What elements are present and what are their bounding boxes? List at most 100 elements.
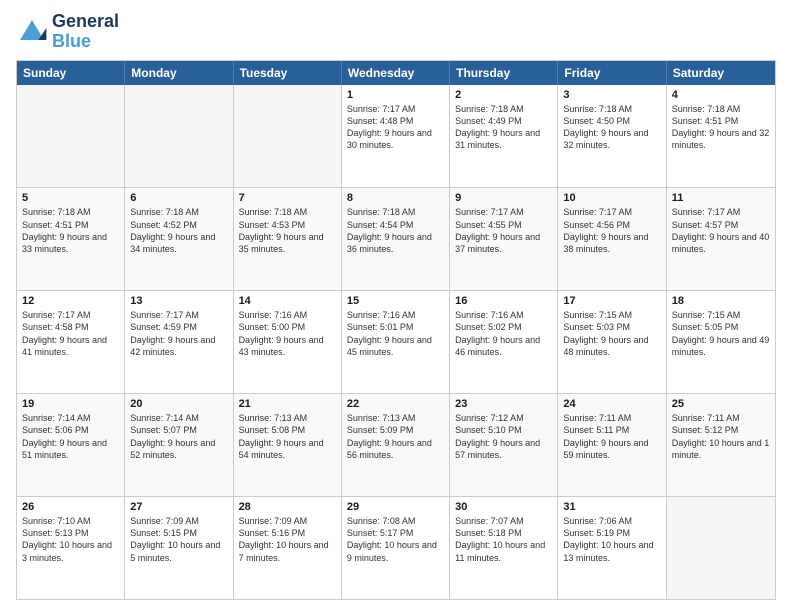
day-number: 21 [239,398,336,410]
cell-info: Sunrise: 7:17 AMSunset: 4:48 PMDaylight:… [347,103,444,152]
cell-info: Sunrise: 7:11 AMSunset: 5:11 PMDaylight:… [563,412,660,461]
cell-info: Sunrise: 7:18 AMSunset: 4:51 PMDaylight:… [672,103,770,152]
cell-info: Sunrise: 7:06 AMSunset: 5:19 PMDaylight:… [563,515,660,564]
cal-cell: 12 Sunrise: 7:17 AMSunset: 4:58 PMDayligh… [17,291,125,393]
cell-info: Sunrise: 7:15 AMSunset: 5:05 PMDaylight:… [672,309,770,358]
week-row-4: 19 Sunrise: 7:14 AMSunset: 5:06 PMDayligh… [17,393,775,496]
cal-cell: 25 Sunrise: 7:11 AMSunset: 5:12 PMDayligh… [667,394,775,496]
cal-cell [234,85,342,188]
cal-cell: 23 Sunrise: 7:12 AMSunset: 5:10 PMDayligh… [450,394,558,496]
day-number: 30 [455,501,552,513]
cal-cell: 22 Sunrise: 7:13 AMSunset: 5:09 PMDayligh… [342,394,450,496]
cal-cell: 13 Sunrise: 7:17 AMSunset: 4:59 PMDayligh… [125,291,233,393]
cal-cell: 9Sunrise: 7:17 AMSunset: 4:55 PMDaylight… [450,188,558,290]
day-number: 13 [130,295,227,307]
cal-cell: 27 Sunrise: 7:09 AMSunset: 5:15 PMDayligh… [125,497,233,599]
cell-info: Sunrise: 7:14 AMSunset: 5:07 PMDaylight:… [130,412,227,461]
cell-info: Sunrise: 7:16 AMSunset: 5:00 PMDaylight:… [239,309,336,358]
cell-info: Sunrise: 7:17 AMSunset: 4:57 PMDaylight:… [672,206,770,255]
cell-info: Sunrise: 7:12 AMSunset: 5:10 PMDaylight:… [455,412,552,461]
cell-info: Sunrise: 7:18 AMSunset: 4:54 PMDaylight:… [347,206,444,255]
day-number: 25 [672,398,770,410]
day-number: 6 [130,192,227,204]
day-number: 10 [563,192,660,204]
day-number: 12 [22,295,119,307]
header: General Blue [16,12,776,52]
cell-info: Sunrise: 7:17 AMSunset: 4:58 PMDaylight:… [22,309,119,358]
day-header-tuesday: Tuesday [234,61,342,85]
cal-cell: 26 Sunrise: 7:10 AMSunset: 5:13 PMDayligh… [17,497,125,599]
day-number: 22 [347,398,444,410]
calendar-header: SundayMondayTuesdayWednesdayThursdayFrid… [17,61,775,85]
logo-icon [16,16,48,48]
cal-cell: 24 Sunrise: 7:11 AMSunset: 5:11 PMDayligh… [558,394,666,496]
cal-cell [125,85,233,188]
week-row-3: 12 Sunrise: 7:17 AMSunset: 4:58 PMDayligh… [17,290,775,393]
cell-info: Sunrise: 7:13 AMSunset: 5:09 PMDaylight:… [347,412,444,461]
day-number: 20 [130,398,227,410]
logo-text: General Blue [52,12,119,52]
day-number: 2 [455,89,552,101]
day-number: 26 [22,501,119,513]
cell-info: Sunrise: 7:07 AMSunset: 5:18 PMDaylight:… [455,515,552,564]
cell-info: Sunrise: 7:09 AMSunset: 5:16 PMDaylight:… [239,515,336,564]
day-number: 16 [455,295,552,307]
day-header-monday: Monday [125,61,233,85]
day-number: 1 [347,89,444,101]
cal-cell: 15Sunrise: 7:16 AMSunset: 5:01 PMDayligh… [342,291,450,393]
day-number: 29 [347,501,444,513]
cal-cell: 10 Sunrise: 7:17 AMSunset: 4:56 PMDayligh… [558,188,666,290]
cell-info: Sunrise: 7:15 AMSunset: 5:03 PMDaylight:… [563,309,660,358]
cell-info: Sunrise: 7:18 AMSunset: 4:52 PMDaylight:… [130,206,227,255]
cell-info: Sunrise: 7:10 AMSunset: 5:13 PMDaylight:… [22,515,119,564]
week-row-5: 26 Sunrise: 7:10 AMSunset: 5:13 PMDayligh… [17,496,775,599]
day-number: 8 [347,192,444,204]
cal-cell: 8 Sunrise: 7:18 AMSunset: 4:54 PMDaylight… [342,188,450,290]
calendar-body: 1 Sunrise: 7:17 AMSunset: 4:48 PMDaylight… [17,85,775,599]
cal-cell: 21 Sunrise: 7:13 AMSunset: 5:08 PMDayligh… [234,394,342,496]
cal-cell [667,497,775,599]
cal-cell: 1 Sunrise: 7:17 AMSunset: 4:48 PMDaylight… [342,85,450,188]
day-number: 5 [22,192,119,204]
cell-info: Sunrise: 7:18 AMSunset: 4:53 PMDaylight:… [239,206,336,255]
week-row-2: 5 Sunrise: 7:18 AMSunset: 4:51 PMDaylight… [17,187,775,290]
cell-info: Sunrise: 7:16 AMSunset: 5:02 PMDaylight:… [455,309,552,358]
cell-info: Sunrise: 7:14 AMSunset: 5:06 PMDaylight:… [22,412,119,461]
day-number: 31 [563,501,660,513]
cal-cell: 3Sunrise: 7:18 AMSunset: 4:50 PMDaylight… [558,85,666,188]
day-header-saturday: Saturday [667,61,775,85]
cell-info: Sunrise: 7:18 AMSunset: 4:49 PMDaylight:… [455,103,552,152]
cell-info: Sunrise: 7:11 AMSunset: 5:12 PMDaylight:… [672,412,770,461]
cell-info: Sunrise: 7:17 AMSunset: 4:56 PMDaylight:… [563,206,660,255]
cal-cell: 7Sunrise: 7:18 AMSunset: 4:53 PMDaylight… [234,188,342,290]
day-header-friday: Friday [558,61,666,85]
day-number: 27 [130,501,227,513]
day-number: 23 [455,398,552,410]
cell-info: Sunrise: 7:09 AMSunset: 5:15 PMDaylight:… [130,515,227,564]
cal-cell: 4 Sunrise: 7:18 AMSunset: 4:51 PMDaylight… [667,85,775,188]
cal-cell: 19 Sunrise: 7:14 AMSunset: 5:06 PMDayligh… [17,394,125,496]
cal-cell: 5 Sunrise: 7:18 AMSunset: 4:51 PMDaylight… [17,188,125,290]
logo: General Blue [16,12,119,52]
cell-info: Sunrise: 7:17 AMSunset: 4:59 PMDaylight:… [130,309,227,358]
day-number: 19 [22,398,119,410]
cal-cell: 16 Sunrise: 7:16 AMSunset: 5:02 PMDayligh… [450,291,558,393]
cal-cell: 29Sunrise: 7:08 AMSunset: 5:17 PMDayligh… [342,497,450,599]
cal-cell: 30 Sunrise: 7:07 AMSunset: 5:18 PMDayligh… [450,497,558,599]
day-number: 28 [239,501,336,513]
cell-info: Sunrise: 7:18 AMSunset: 4:51 PMDaylight:… [22,206,119,255]
day-number: 17 [563,295,660,307]
cal-cell: 14Sunrise: 7:16 AMSunset: 5:00 PMDayligh… [234,291,342,393]
cell-info: Sunrise: 7:17 AMSunset: 4:55 PMDaylight:… [455,206,552,255]
page: General Blue SundayMondayTuesdayWednesda… [0,0,792,612]
cal-cell: 2 Sunrise: 7:18 AMSunset: 4:49 PMDaylight… [450,85,558,188]
day-header-thursday: Thursday [450,61,558,85]
day-number: 4 [672,89,770,101]
cal-cell: 18Sunrise: 7:15 AMSunset: 5:05 PMDayligh… [667,291,775,393]
cal-cell [17,85,125,188]
day-number: 24 [563,398,660,410]
cal-cell: 11Sunrise: 7:17 AMSunset: 4:57 PMDayligh… [667,188,775,290]
cell-info: Sunrise: 7:13 AMSunset: 5:08 PMDaylight:… [239,412,336,461]
cal-cell: 28 Sunrise: 7:09 AMSunset: 5:16 PMDayligh… [234,497,342,599]
day-number: 15 [347,295,444,307]
